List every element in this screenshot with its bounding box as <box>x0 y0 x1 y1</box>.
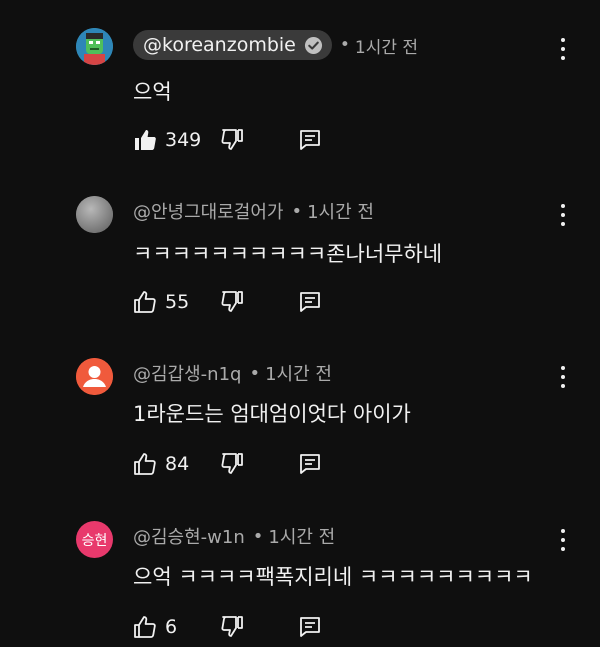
comment-actions: 349 <box>133 127 201 153</box>
thumbs-up-icon[interactable] <box>133 452 157 476</box>
avatar[interactable]: 승현 <box>76 521 113 558</box>
thumbs-down-icon[interactable] <box>220 615 244 639</box>
comment-text: 1라운드는 엄대엄이엇다 아이가 <box>133 402 411 426</box>
comment-header: @안녕그대로걸어가 • 1시간 전 <box>133 196 374 226</box>
thumbs-down-icon[interactable] <box>220 290 244 314</box>
timestamp: 1시간 전 <box>268 527 336 548</box>
avatar[interactable] <box>76 358 113 395</box>
more-vert-icon[interactable] <box>556 366 570 388</box>
thumbs-up-icon[interactable] <box>133 290 157 314</box>
avatar[interactable] <box>76 28 113 65</box>
separator: • <box>291 200 303 222</box>
comment-text: ㅋㅋㅋㅋㅋㅋㅋㅋㅋㅋ존나너무하네 <box>133 242 443 266</box>
like-count: 55 <box>165 291 190 313</box>
avatar[interactable] <box>76 196 113 233</box>
timestamp: 1시간 전 <box>307 202 374 223</box>
thumbs-up-icon[interactable] <box>133 128 157 152</box>
author-name[interactable]: @안녕그대로걸어가 <box>133 198 283 224</box>
comment-header: @김승현-w1n • 1시간 전 <box>133 521 335 551</box>
comment-header: @koreanzombie • 1시간 전 <box>133 30 418 60</box>
comment-text: 으억 <box>133 80 172 104</box>
comment-header: @김갑생-n1q • 1시간 전 <box>133 358 332 388</box>
comment-actions: 84 <box>133 451 189 477</box>
more-vert-icon[interactable] <box>556 204 570 226</box>
author-name[interactable]: @김갑생-n1q <box>133 360 241 386</box>
reply-icon[interactable] <box>298 452 322 476</box>
author-label: @koreanzombie <box>143 34 296 56</box>
comment-actions: 55 <box>133 289 189 315</box>
separator: • <box>339 35 350 55</box>
thumbs-down-icon[interactable] <box>220 128 244 152</box>
like-count: 84 <box>165 453 190 475</box>
thumbs-down-icon[interactable] <box>220 452 244 476</box>
reply-icon[interactable] <box>298 290 322 314</box>
more-vert-icon[interactable] <box>556 529 570 551</box>
more-vert-icon[interactable] <box>556 38 570 60</box>
separator: • <box>249 362 261 384</box>
author-name[interactable]: @김승현-w1n <box>133 523 245 549</box>
avatar-initials: 승현 <box>81 532 108 549</box>
comment-text: 으억 ㅋㅋㅋㅋ팩폭지리네 ㅋㅋㅋㅋㅋㅋㅋㅋㅋ <box>133 565 533 589</box>
timestamp: 1시간 전 <box>265 364 332 385</box>
separator: • <box>252 525 264 547</box>
author-name[interactable]: @koreanzombie <box>133 30 332 60</box>
reply-icon[interactable] <box>298 615 322 639</box>
like-count: 6 <box>165 616 178 638</box>
like-count: 349 <box>165 129 202 151</box>
reply-icon[interactable] <box>298 128 322 152</box>
comment-actions: 6 <box>133 614 177 640</box>
thumbs-up-icon[interactable] <box>133 615 157 639</box>
timestamp: 1시간 전 <box>354 37 419 58</box>
verified-check-icon <box>304 36 322 54</box>
